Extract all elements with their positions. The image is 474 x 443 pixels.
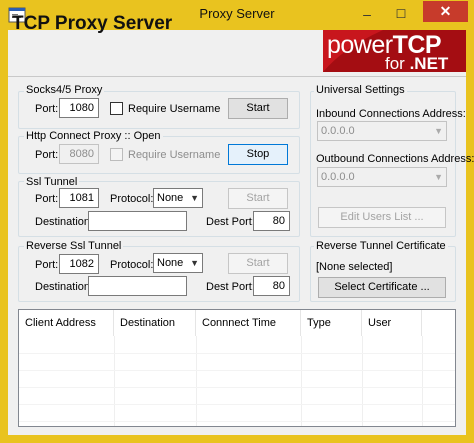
reverse-destination-input[interactable] (88, 276, 187, 296)
reverse-port-label: Port: (35, 259, 59, 271)
ssl-dest-port-input[interactable]: 80 (253, 211, 290, 231)
grid-line (19, 370, 455, 371)
outbound-address-select[interactable]: 0.0.0.0 ▼ (317, 167, 447, 187)
socks-port-input[interactable]: 1080 (59, 98, 99, 118)
select-certificate-button[interactable]: Select Certificate ... (318, 277, 446, 298)
chevron-down-icon: ▼ (190, 193, 199, 203)
outbound-address-label: Outbound Connections Address: (316, 153, 474, 165)
socks-proxy-legend: Socks4/5 Proxy (24, 84, 105, 96)
minimize-button[interactable]: – (352, 4, 382, 24)
ssl-tunnel-legend: Ssl Tunnel (24, 176, 80, 188)
header-divider (8, 76, 466, 77)
inbound-address-value: 0.0.0.0 (321, 125, 355, 137)
http-port-label: Port: (35, 149, 59, 161)
logo-power-word: power (327, 31, 393, 59)
http-require-username-checkbox[interactable] (110, 148, 123, 161)
http-connect-legend: Http Connect Proxy :: Open (24, 130, 163, 142)
column-header-user[interactable]: User (362, 310, 422, 336)
reverse-dest-port-input[interactable]: 80 (253, 276, 290, 296)
ssl-port-input[interactable]: 1081 (59, 188, 99, 208)
ssl-protocol-select[interactable]: None ▼ (153, 188, 203, 208)
chevron-down-icon: ▼ (434, 126, 443, 136)
ssl-dest-port-label: Dest Port: (206, 216, 255, 228)
column-divider (301, 336, 302, 426)
connections-list[interactable]: Client Address Destination Connnect Time… (18, 309, 456, 427)
reverse-protocol-value: None (157, 257, 184, 269)
ssl-start-button[interactable]: Start (228, 188, 288, 209)
reverse-cert-legend: Reverse Tunnel Certificate (314, 240, 448, 252)
ssl-protocol-label: Protocol: (110, 193, 154, 205)
reverse-ssl-tunnel-legend: Reverse Ssl Tunnel (24, 240, 124, 252)
grid-line (19, 353, 455, 354)
ssl-protocol-value: None (157, 192, 184, 204)
inbound-address-label: Inbound Connections Address: (316, 108, 466, 120)
ssl-destination-label: Destination: (35, 216, 94, 228)
maximize-icon: ☐ (395, 7, 407, 21)
outbound-address-value: 0.0.0.0 (321, 171, 355, 183)
column-header-client-address[interactable]: Client Address (19, 310, 114, 336)
close-button[interactable]: ✕ (423, 1, 468, 22)
reverse-start-button[interactable]: Start (228, 253, 288, 274)
powertcp-logo: powerTCP for .NET (323, 30, 466, 72)
http-port-input[interactable]: 8080 (59, 144, 99, 164)
http-stop-button[interactable]: Stop (228, 144, 288, 165)
reverse-destination-label: Destination: (35, 281, 94, 293)
column-header-type[interactable]: Type (301, 310, 362, 336)
reverse-port-input[interactable]: 1082 (59, 254, 99, 274)
grid-line (19, 404, 455, 405)
socks-require-username-checkbox[interactable] (110, 102, 123, 115)
column-divider (114, 336, 115, 426)
socks-require-username-label: Require Username (128, 103, 221, 115)
page-title: TCP Proxy Server (12, 13, 173, 34)
edit-users-button[interactable]: Edit Users List ... (318, 207, 446, 228)
reverse-protocol-label: Protocol: (110, 259, 154, 271)
chevron-down-icon: ▼ (434, 172, 443, 182)
logo-net-word: .NET (409, 54, 449, 72)
socks-port-label: Port: (35, 103, 59, 115)
close-icon: ✕ (439, 3, 452, 19)
minimize-icon: – (363, 6, 371, 22)
socks-start-button[interactable]: Start (228, 98, 288, 119)
reverse-protocol-select[interactable]: None ▼ (153, 253, 203, 273)
ssl-destination-input[interactable] (88, 211, 187, 231)
column-header-connect-time[interactable]: Connnect Time (196, 310, 301, 336)
http-require-username-label: Require Username (128, 149, 221, 161)
column-divider (422, 336, 423, 426)
universal-settings-legend: Universal Settings (314, 84, 407, 96)
logo-for-net-text: for .NET (385, 54, 448, 72)
reverse-cert-status: [None selected] (316, 261, 393, 273)
column-divider (196, 336, 197, 426)
inbound-address-select[interactable]: 0.0.0.0 ▼ (317, 121, 447, 141)
maximize-button[interactable]: ☐ (386, 4, 416, 24)
chevron-down-icon: ▼ (190, 258, 199, 268)
column-header-destination[interactable]: Destination (114, 310, 196, 336)
logo-for-word: for (385, 54, 410, 72)
reverse-dest-port-label: Dest Port: (206, 281, 255, 293)
grid-line (19, 421, 455, 422)
grid-line (19, 387, 455, 388)
column-divider (362, 336, 363, 426)
ssl-port-label: Port: (35, 193, 59, 205)
